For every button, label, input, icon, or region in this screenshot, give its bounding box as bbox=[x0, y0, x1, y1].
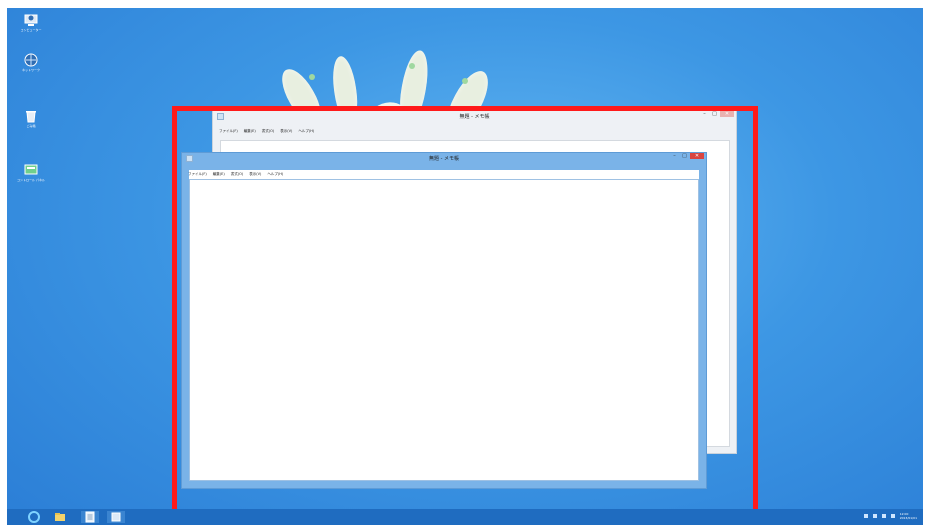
highlight-box bbox=[172, 106, 758, 514]
tray-icon[interactable] bbox=[881, 514, 886, 518]
app-icon bbox=[111, 512, 121, 522]
wallpaper-dot bbox=[309, 74, 315, 80]
taskbar-button[interactable] bbox=[51, 511, 69, 523]
clock-date: 2013/01/01 bbox=[899, 516, 917, 520]
tray-icon[interactable] bbox=[863, 514, 868, 518]
clock[interactable]: 12:00 2013/01/01 bbox=[900, 512, 917, 520]
tray-icon[interactable] bbox=[872, 514, 877, 518]
wallpaper-dot bbox=[409, 63, 415, 69]
taskbar-button-active[interactable] bbox=[81, 511, 99, 523]
tray-icon[interactable] bbox=[890, 514, 895, 518]
taskbar: 12:00 2013/01/01 bbox=[7, 509, 923, 525]
wallpaper-dot bbox=[462, 78, 468, 84]
taskbar-button-active[interactable] bbox=[107, 511, 125, 523]
network-icon bbox=[23, 52, 39, 68]
desktop-icon-label: ネットワーク bbox=[21, 68, 40, 72]
desktop-icon-network[interactable]: ネットワーク bbox=[14, 52, 48, 72]
desktop-icon-label: ごみ箱 bbox=[26, 124, 36, 128]
desktop-icon-label: コントロール パネル bbox=[17, 178, 45, 182]
desktop-icon-label: コンピューター bbox=[20, 28, 42, 32]
desktop-icon-control-panel[interactable]: コントロール パネル bbox=[14, 162, 48, 182]
control-panel-icon bbox=[23, 162, 39, 178]
desktop-icon-computer[interactable]: コンピューター bbox=[14, 12, 48, 32]
recycle-bin-icon bbox=[23, 108, 39, 124]
file-explorer-icon bbox=[55, 513, 65, 521]
system-tray: 12:00 2013/01/01 bbox=[863, 512, 917, 520]
internet-explorer-icon bbox=[28, 511, 40, 523]
desktop-icon-recycle-bin[interactable]: ごみ箱 bbox=[14, 108, 48, 128]
computer-icon bbox=[23, 12, 39, 28]
taskbar-button[interactable] bbox=[25, 511, 43, 523]
notepad-icon bbox=[85, 511, 95, 523]
